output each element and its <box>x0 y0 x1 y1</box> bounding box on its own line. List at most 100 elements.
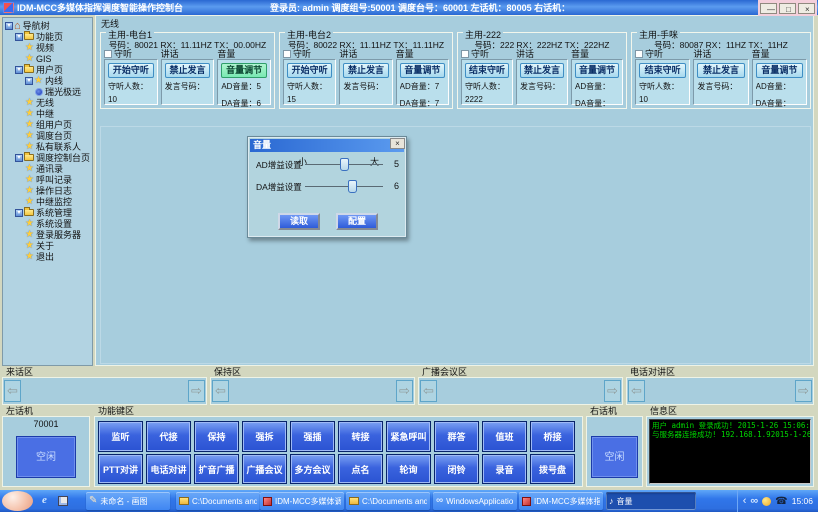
right-phone-idle-button[interactable]: 空闲 <box>591 436 638 478</box>
listen-checkbox[interactable] <box>635 49 643 58</box>
listen-button[interactable]: 结束守听 <box>639 63 687 78</box>
taskbar-task[interactable]: ♪ 音量 <box>606 492 696 510</box>
function-key-button[interactable]: 代接 <box>146 421 191 452</box>
left-phone-idle-button[interactable]: 空闲 <box>16 436 76 478</box>
function-key-button[interactable]: 强插 <box>290 421 335 452</box>
minimize-button[interactable]: — <box>760 2 777 14</box>
zone-arrow-left-icon[interactable]: ⇦ <box>212 380 229 402</box>
function-key-button[interactable]: 群答 <box>434 421 479 452</box>
maximize-button[interactable]: □ <box>779 2 796 14</box>
tree-expander-icon[interactable]: ▾ <box>25 76 33 85</box>
star-icon: ★ <box>25 97 34 108</box>
taskbar-task[interactable]: C:\Documents and... <box>176 492 260 510</box>
listen-checkbox[interactable] <box>104 49 112 58</box>
tray-app-icon[interactable] <box>762 496 772 506</box>
da-volume-line: DA音量： <box>755 99 791 108</box>
zone-arrow-left-icon[interactable]: ⇦ <box>4 380 21 402</box>
show-desktop-icon[interactable] <box>58 496 68 506</box>
read-button[interactable]: 读取 <box>278 213 320 230</box>
tray-phone-icon[interactable]: ☎ <box>775 496 787 507</box>
listen-button[interactable]: 结束守听 <box>465 63 509 78</box>
da-gain-value: 6 <box>394 181 400 191</box>
zone: 来话区 ⇦ ⇨ <box>2 367 207 405</box>
star-icon: ★ <box>25 196 34 207</box>
star-icon: ★ <box>25 174 34 185</box>
listen-button[interactable]: 开始守听 <box>108 63 154 78</box>
function-key-button[interactable]: 强拆 <box>242 421 287 452</box>
taskbar-task[interactable]: ∞ WindowsApplicatio... <box>433 492 517 510</box>
zone-arrow-right-icon[interactable]: ⇨ <box>396 380 413 402</box>
tree-expander-icon[interactable]: ▾ <box>15 208 23 217</box>
function-key-button[interactable]: 广播会议 <box>242 454 287 484</box>
zone-label: 保持区 <box>214 367 242 377</box>
function-key-button[interactable]: 扩音广播 <box>194 454 239 484</box>
window-controls: — □ × <box>758 0 817 16</box>
zone-arrow-right-icon[interactable]: ⇨ <box>604 380 621 402</box>
zone-arrow-right-icon[interactable]: ⇨ <box>795 380 812 402</box>
function-key-button[interactable]: 电话对讲 <box>146 454 191 484</box>
radio-panel: 主用-电台2 号码：80022 RX：11.11HZ TX：11.11HZ 守听 开始… <box>279 28 453 109</box>
config-button[interactable]: 配置 <box>336 213 378 230</box>
tree-expander-icon[interactable]: ▾ <box>15 32 23 41</box>
ad-gain-label: AD增益设置 <box>256 160 302 170</box>
function-key-button[interactable]: 录音 <box>482 454 527 484</box>
ad-gain-value: 5 <box>394 159 400 169</box>
forbid-speak-button[interactable]: 禁止发言 <box>164 63 211 78</box>
volume-adjust-button[interactable]: 音量调节 <box>575 63 619 78</box>
tree-item[interactable]: ★ 视频 <box>3 42 92 54</box>
tree-expander-icon[interactable]: ▾ <box>15 153 23 162</box>
info-group: 信息区 用户 admin 登录成功! 2015-1-26 15:06:16 与服务… <box>646 406 814 488</box>
taskbar-task[interactable]: IDM-MCC多媒体调... <box>260 492 344 510</box>
tree-expander-icon[interactable]: ▾ <box>15 65 23 74</box>
listen-checkbox[interactable] <box>461 49 469 58</box>
function-key-button[interactable]: 拨号盘 <box>530 454 575 484</box>
volume-icon: ♪ <box>609 495 614 506</box>
listen-count-value: 15 <box>287 95 296 104</box>
function-key-button[interactable]: 保持 <box>194 421 239 452</box>
zone-arrow-left-icon[interactable]: ⇦ <box>628 380 645 402</box>
zone-arrow-right-icon[interactable]: ⇨ <box>188 380 205 402</box>
listen-checkbox[interactable] <box>283 49 291 58</box>
taskbar-task[interactable]: ✎ 未命名 - 画图 <box>86 492 170 510</box>
tray-expand-icon[interactable]: ‹ <box>743 495 747 507</box>
function-key-button[interactable]: 闭铃 <box>434 454 479 484</box>
function-key-button[interactable]: 监听 <box>98 421 143 452</box>
forbid-speak-button[interactable]: 禁止发言 <box>697 63 745 78</box>
ie-icon[interactable]: e <box>42 494 47 507</box>
taskbar-task[interactable]: C:\Documents and... <box>346 492 430 510</box>
function-key-button[interactable]: 多方会议 <box>290 454 335 484</box>
function-key-button[interactable]: 紧急呼叫 <box>386 421 431 452</box>
volume-dialog-titlebar[interactable]: 音量 <box>250 139 404 152</box>
dialog-close-button[interactable]: × <box>390 138 405 149</box>
folder-icon <box>24 64 34 73</box>
da-gain-slider-thumb[interactable] <box>347 180 357 193</box>
ad-volume-line: AD音量： <box>575 82 611 91</box>
taskbar-task[interactable]: IDM-MCC多媒体指... <box>519 492 603 510</box>
function-key-button[interactable]: 桥接 <box>530 421 575 452</box>
zone-arrow-left-icon[interactable]: ⇦ <box>420 380 437 402</box>
function-key-button[interactable]: PTT对讲 <box>98 454 143 484</box>
volume-adjust-button[interactable]: 音量调节 <box>221 63 268 78</box>
listen-count-value: 10 <box>639 95 648 104</box>
folder-icon <box>349 497 359 505</box>
forbid-speak-button[interactable]: 禁止发言 <box>343 63 389 78</box>
function-key-button[interactable]: 轮询 <box>386 454 431 484</box>
da-gain-slider-track[interactable] <box>305 186 383 187</box>
volume-adjust-button[interactable]: 音量调节 <box>399 63 445 78</box>
left-phone-number: 70001 <box>33 419 59 429</box>
start-button[interactable] <box>2 491 33 511</box>
listen-button[interactable]: 开始守听 <box>287 63 333 78</box>
function-key-button[interactable]: 点名 <box>338 454 383 484</box>
function-key-button[interactable]: 转接 <box>338 421 383 452</box>
listen-count-label: 守听人数： <box>639 82 679 91</box>
tree-expander-icon[interactable]: ▾ <box>5 21 13 30</box>
volume-adjust-button[interactable]: 音量调节 <box>755 63 803 78</box>
tray-infinity-icon[interactable]: ∞ <box>750 495 758 507</box>
forbid-speak-button[interactable]: 禁止发言 <box>520 63 564 78</box>
tree-item[interactable]: ★ 退出 <box>3 251 92 263</box>
navigation-tree: ▾ ⌂ 导航树 ▾ 功能页 ★ 视频 ★ GIS ▾ 用户页 ▾ ★ 内线 瑞光极远 ★ 无线 ★ 中继 ★ 组用户页 ★… <box>2 17 93 366</box>
ad-gain-slider-thumb[interactable] <box>340 158 349 171</box>
close-button[interactable]: × <box>798 2 815 14</box>
function-key-button[interactable]: 值班 <box>482 421 527 452</box>
window-titlebar[interactable]: IDM-MCC多媒体指挥调度智能操作控制台 登录员: admin 调度组号:50… <box>0 0 818 16</box>
